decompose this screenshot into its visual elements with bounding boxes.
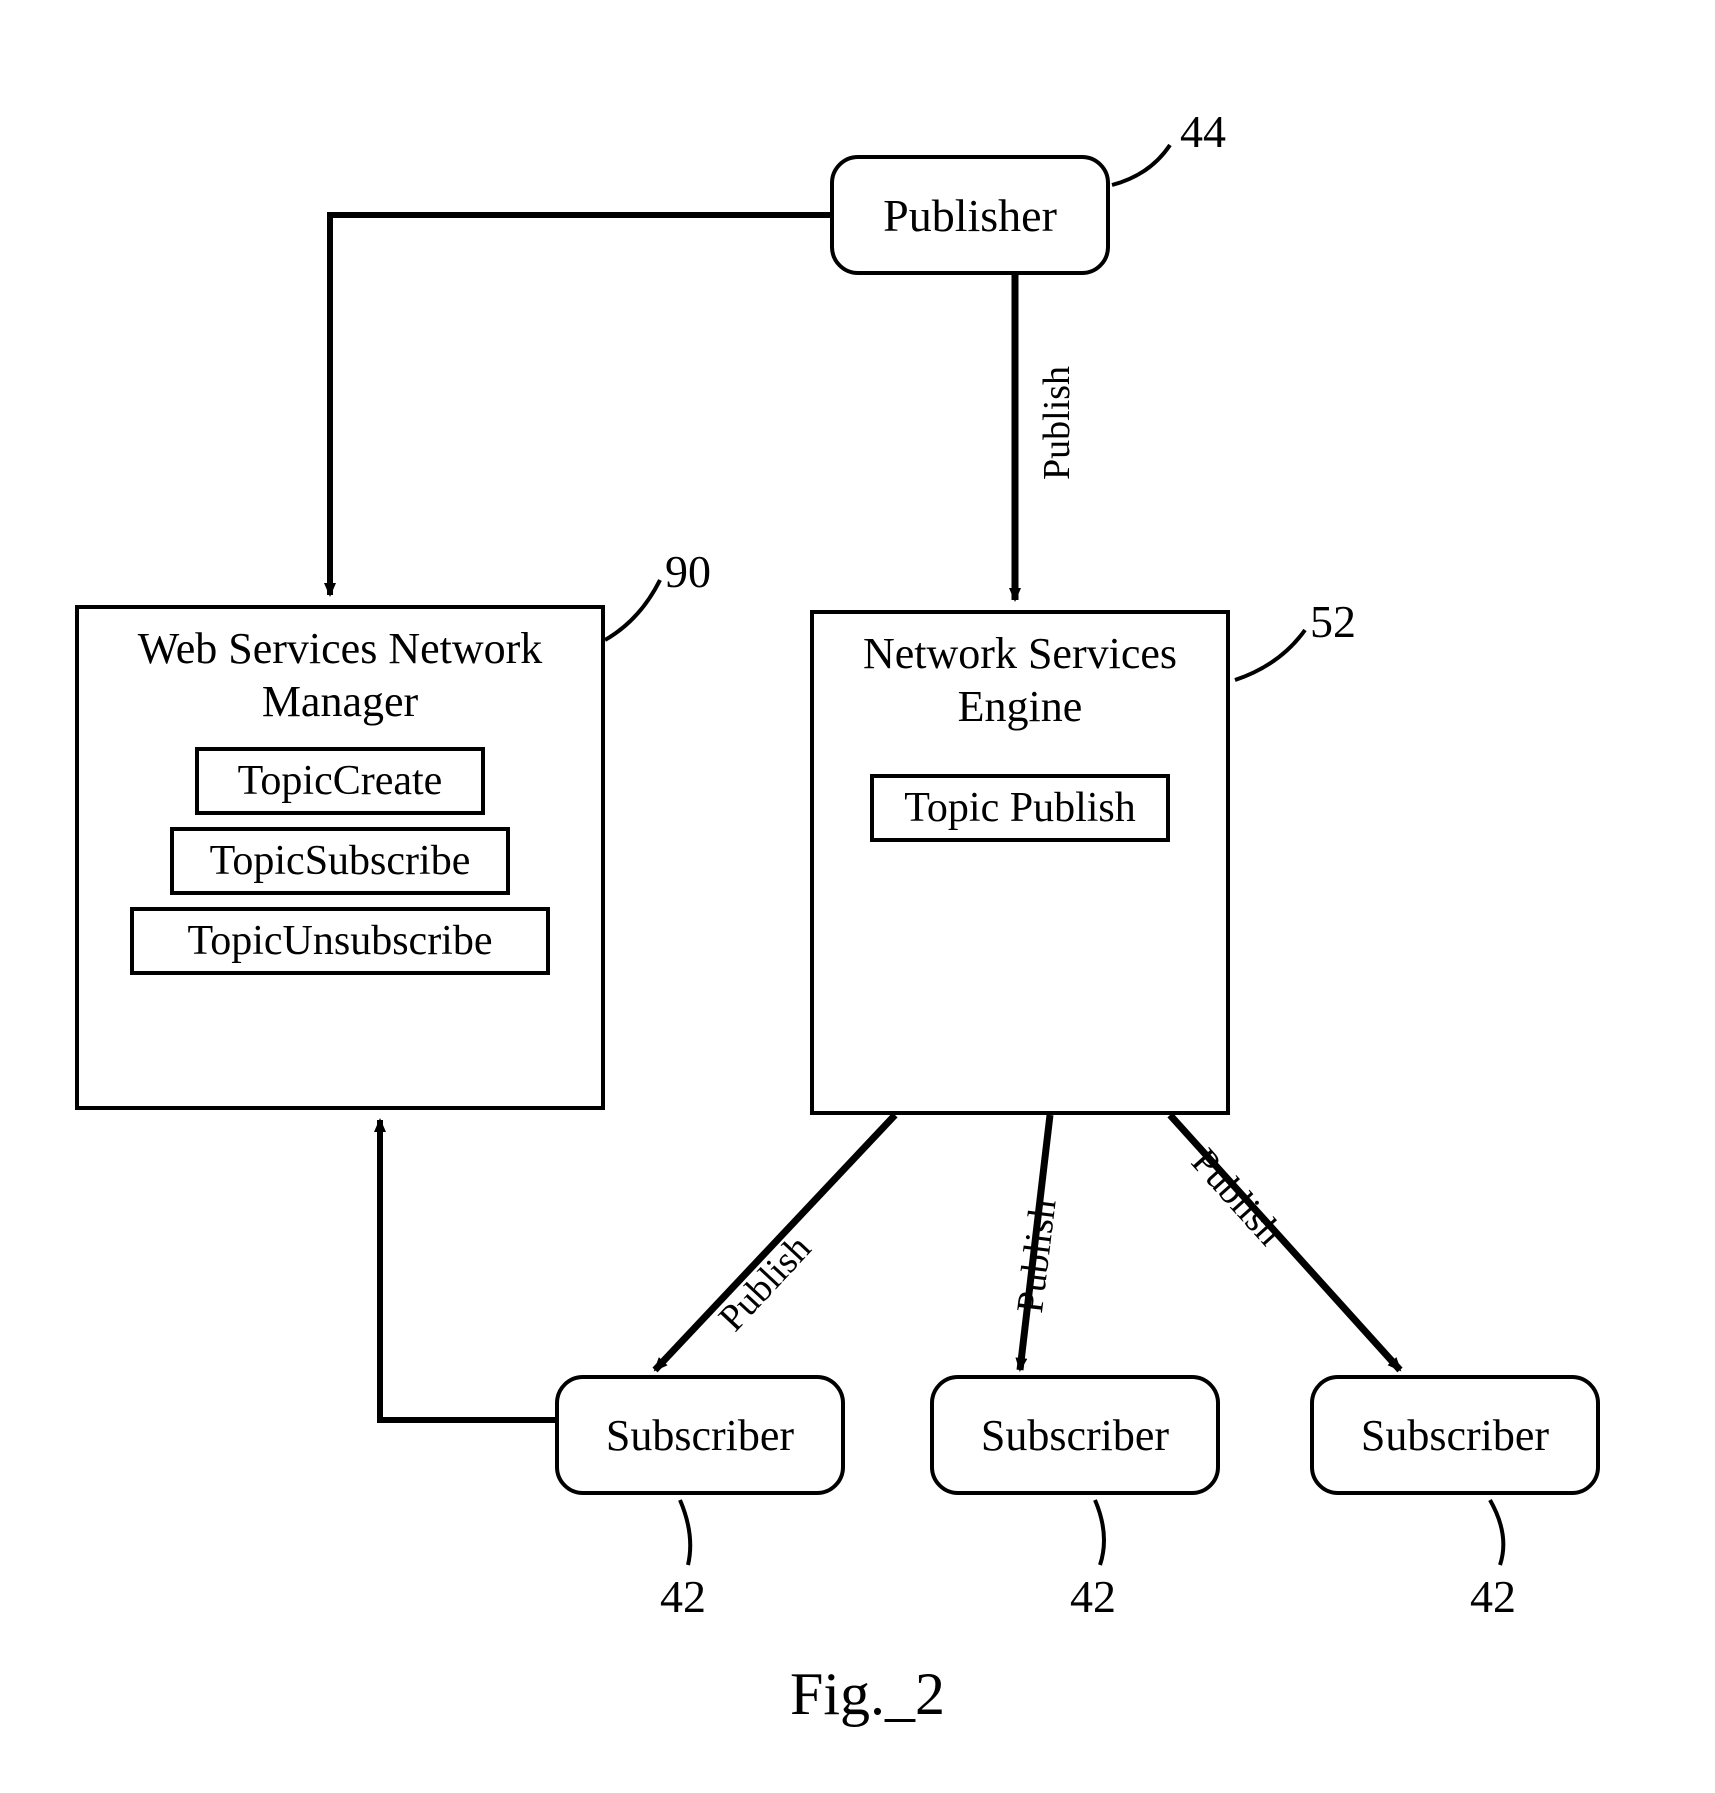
publisher-ref: 44	[1180, 105, 1226, 158]
topic-publish-label: Topic Publish	[904, 785, 1136, 831]
subscriber-1-node: Subscriber	[555, 1375, 845, 1495]
topic-create-box: TopicCreate	[195, 747, 485, 815]
topic-create-label: TopicCreate	[238, 758, 443, 804]
subscriber-3-node: Subscriber	[1310, 1375, 1600, 1495]
subscriber-2-ref: 42	[1070, 1570, 1116, 1623]
edge-publish-s3-label: Publish	[1182, 1140, 1291, 1254]
edge-publish-s2-label: Publish	[1008, 1197, 1066, 1316]
edge-publish-down-label: Publish	[1035, 366, 1079, 480]
subscriber-3-label: Subscriber	[1361, 1410, 1549, 1461]
diagram-canvas: Publisher 44 Web Services Network Manage…	[0, 0, 1715, 1793]
figure-label: Fig._2	[790, 1660, 945, 1729]
subscriber-2-label: Subscriber	[981, 1410, 1169, 1461]
wsnm-node: Web Services Network Manager TopicCreate…	[75, 605, 605, 1110]
subscriber-3-ref: 42	[1470, 1570, 1516, 1623]
wsnm-title-1: Web Services Network	[138, 624, 543, 673]
nse-title-2: Engine	[958, 682, 1083, 731]
publisher-label: Publisher	[883, 189, 1057, 242]
subscriber-2-node: Subscriber	[930, 1375, 1220, 1495]
nse-ref: 52	[1310, 595, 1356, 648]
nse-title-1: Network Services	[863, 629, 1177, 678]
topic-publish-box: Topic Publish	[870, 774, 1170, 842]
nse-node: Network Services Engine Topic Publish	[810, 610, 1230, 1115]
wsnm-ref: 90	[665, 545, 711, 598]
subscriber-1-label: Subscriber	[606, 1410, 794, 1461]
wsnm-title-2: Manager	[262, 677, 418, 726]
topic-unsubscribe-box: TopicUnsubscribe	[130, 907, 550, 975]
topic-subscribe-label: TopicSubscribe	[210, 838, 471, 884]
subscriber-1-ref: 42	[660, 1570, 706, 1623]
publisher-node: Publisher	[830, 155, 1110, 275]
topic-unsubscribe-label: TopicUnsubscribe	[188, 918, 493, 964]
topic-subscribe-box: TopicSubscribe	[170, 827, 510, 895]
edge-publish-s1-label: Publish	[710, 1227, 820, 1340]
